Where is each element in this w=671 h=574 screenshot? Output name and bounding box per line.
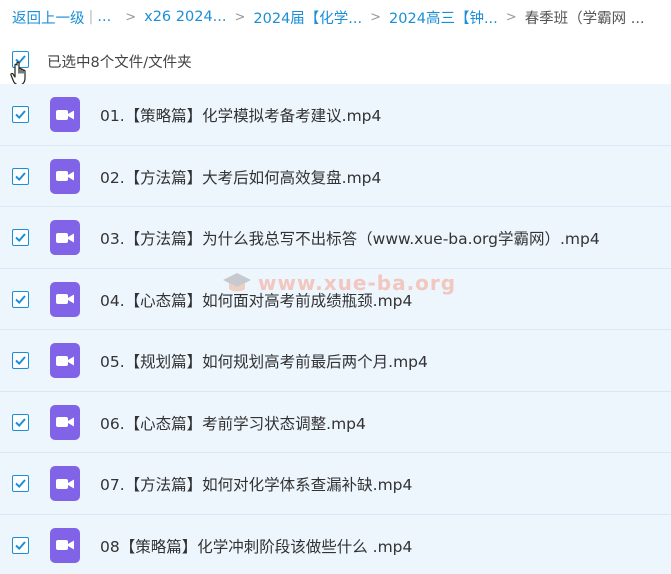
file-checkbox[interactable] bbox=[12, 229, 29, 246]
breadcrumb-divider: | bbox=[88, 9, 94, 25]
check-icon bbox=[15, 479, 26, 489]
check-icon bbox=[15, 110, 26, 120]
video-icon bbox=[50, 220, 80, 255]
breadcrumb-item-1[interactable]: x26 2024... bbox=[144, 9, 226, 25]
check-icon bbox=[15, 356, 26, 366]
file-row[interactable]: 02.【方法篇】大考后如何高效复盘.mp4 bbox=[0, 145, 671, 207]
file-row[interactable]: 04.【心态篇】如何面对高考前成绩瓶颈.mp4 bbox=[0, 268, 671, 330]
check-icon bbox=[15, 233, 26, 243]
chevron-right-icon: > bbox=[234, 9, 246, 25]
file-name[interactable]: 08【策略篇】化学冲刺阶段该做些什么 .mp4 bbox=[100, 535, 412, 557]
video-icon bbox=[50, 158, 80, 194]
file-row[interactable]: 06.【心态篇】考前学习状态调整.mp4 bbox=[0, 391, 671, 453]
chevron-right-icon: > bbox=[125, 9, 137, 25]
chevron-right-icon: > bbox=[505, 9, 517, 25]
file-name[interactable]: 04.【心态篇】如何面对高考前成绩瓶颈.mp4 bbox=[100, 289, 412, 311]
breadcrumb-ellipsis[interactable]: ... bbox=[97, 9, 111, 25]
video-icon bbox=[50, 527, 80, 563]
file-checkbox[interactable] bbox=[12, 352, 29, 369]
chevron-right-icon: > bbox=[370, 9, 382, 25]
file-name[interactable]: 07.【方法篇】如何对化学体系查漏补缺.mp4 bbox=[100, 473, 412, 495]
selection-bar: 已选中8个文件/文件夹 bbox=[0, 38, 671, 82]
breadcrumb: 返回上一级 | ... > x26 2024... > 2024届【化学... … bbox=[0, 0, 671, 34]
breadcrumb-item-3[interactable]: 2024高三【钟... bbox=[389, 7, 498, 28]
file-row[interactable]: 07.【方法篇】如何对化学体系查漏补缺.mp4 bbox=[0, 453, 671, 515]
file-checkbox[interactable] bbox=[12, 167, 29, 185]
video-icon bbox=[50, 97, 80, 132]
file-row[interactable]: 01.【策略篇】化学模拟考备考建议.mp4 bbox=[0, 84, 671, 146]
file-name[interactable]: 05.【规划篇】如何规划高考前最后两个月.mp4 bbox=[100, 350, 428, 372]
file-checkbox[interactable] bbox=[12, 290, 29, 308]
file-name[interactable]: 03.【方法篇】为什么我总写不出标答（www.xue-ba.org学霸网）.mp… bbox=[100, 227, 600, 249]
breadcrumb-item-2[interactable]: 2024届【化学... bbox=[253, 7, 362, 28]
file-row[interactable]: 08【策略篇】化学冲刺阶段该做些什么 .mp4 bbox=[0, 514, 671, 574]
file-checkbox[interactable] bbox=[12, 536, 29, 554]
file-name[interactable]: 01.【策略篇】化学模拟考备考建议.mp4 bbox=[100, 104, 381, 126]
selection-count-label: 已选中8个文件/文件夹 bbox=[47, 55, 192, 71]
video-icon bbox=[50, 343, 80, 378]
check-icon bbox=[15, 417, 26, 427]
back-link[interactable]: 返回上一级 bbox=[12, 7, 85, 28]
breadcrumb-current: 春季班（学霸网 ... bbox=[524, 10, 645, 27]
file-row[interactable]: 05.【规划篇】如何规划高考前最后两个月.mp4 bbox=[0, 330, 671, 392]
file-row[interactable]: 03.【方法篇】为什么我总写不出标答（www.xue-ba.org学霸网）.mp… bbox=[0, 207, 671, 269]
file-name[interactable]: 06.【心态篇】考前学习状态调整.mp4 bbox=[100, 412, 366, 434]
video-icon bbox=[50, 404, 80, 440]
file-checkbox[interactable] bbox=[12, 106, 29, 123]
check-icon bbox=[15, 171, 26, 181]
video-icon bbox=[50, 466, 80, 501]
file-checkbox[interactable] bbox=[12, 475, 29, 492]
file-name[interactable]: 02.【方法篇】大考后如何高效复盘.mp4 bbox=[100, 166, 381, 188]
check-icon bbox=[15, 294, 26, 304]
video-icon bbox=[50, 281, 80, 317]
file-checkbox[interactable] bbox=[12, 413, 29, 431]
check-icon bbox=[15, 540, 26, 550]
